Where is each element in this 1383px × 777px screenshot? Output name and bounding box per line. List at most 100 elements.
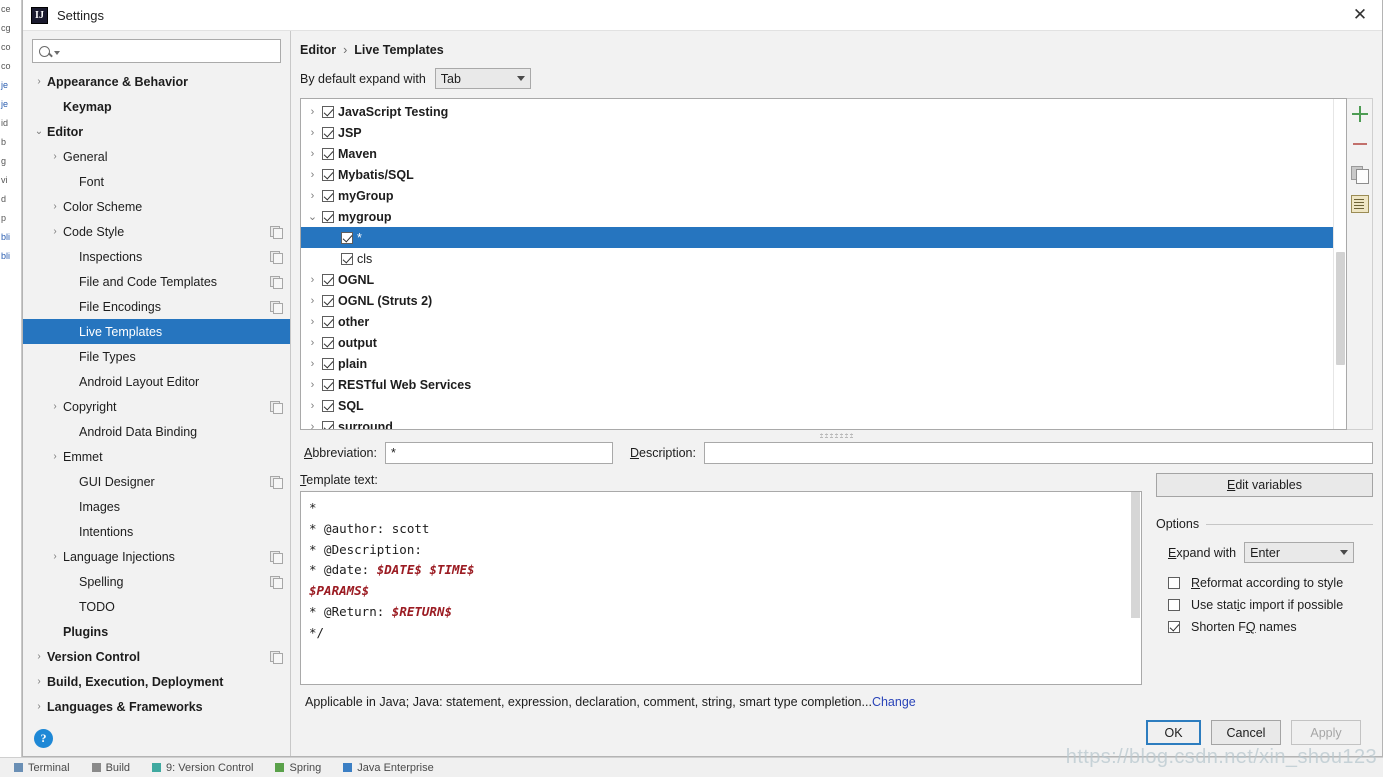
sidebar-item-plugins[interactable]: Plugins: [23, 619, 290, 644]
template-checkbox[interactable]: [322, 294, 334, 307]
sidebar-item-version-control[interactable]: › Version Control: [23, 644, 290, 669]
chevron-right-icon[interactable]: ›: [303, 169, 322, 181]
chevron-right-icon[interactable]: ›: [303, 379, 322, 391]
chevron-right-icon[interactable]: ›: [47, 401, 63, 412]
sidebar-item-color-scheme[interactable]: › Color Scheme: [23, 194, 290, 219]
copy-settings-icon[interactable]: [270, 475, 283, 489]
template-tree-row[interactable]: › JavaScript Testing: [301, 101, 1346, 122]
sidebar-item-android-layout-editor[interactable]: Android Layout Editor: [23, 369, 290, 394]
sidebar-item-android-data-binding[interactable]: Android Data Binding: [23, 419, 290, 444]
sidebar-item-file-and-code-templates[interactable]: File and Code Templates: [23, 269, 290, 294]
chevron-right-icon[interactable]: ›: [303, 190, 322, 202]
template-checkbox[interactable]: [341, 252, 353, 265]
sidebar-item-emmet[interactable]: › Emmet: [23, 444, 290, 469]
sidebar-item-gui-designer[interactable]: GUI Designer: [23, 469, 290, 494]
edit-variables-button[interactable]: Edit variables: [1156, 473, 1373, 497]
copy-settings-icon[interactable]: [270, 275, 283, 289]
sidebar-item-appearance-behavior[interactable]: › Appearance & Behavior: [23, 69, 290, 94]
template-tree-row[interactable]: *: [301, 227, 1346, 248]
option-shorten-fq-names[interactable]: Shorten FQ names: [1156, 616, 1373, 638]
sidebar-item-file-types[interactable]: File Types: [23, 344, 290, 369]
template-checkbox[interactable]: [341, 231, 353, 244]
template-tree-row[interactable]: › output: [301, 332, 1346, 353]
search-input[interactable]: [65, 43, 274, 59]
sidebar-item-intentions[interactable]: Intentions: [23, 519, 290, 544]
template-checkbox[interactable]: [322, 315, 334, 328]
sidebar-item-languages-frameworks[interactable]: › Languages & Frameworks: [23, 694, 290, 719]
template-tree-row[interactable]: › Mybatis/SQL: [301, 164, 1346, 185]
expand-with-select[interactable]: Enter: [1244, 542, 1355, 563]
template-tree-row[interactable]: › Maven: [301, 143, 1346, 164]
duplicate-icon[interactable]: [1350, 165, 1369, 184]
chevron-right-icon[interactable]: ›: [303, 295, 322, 307]
option-use-static-import-if-possible[interactable]: Use static import if possible: [1156, 594, 1373, 616]
ok-button[interactable]: OK: [1146, 720, 1201, 745]
copy-settings-icon[interactable]: [270, 650, 283, 664]
copy-settings-icon[interactable]: [270, 250, 283, 264]
template-tree-row[interactable]: cls: [301, 248, 1346, 269]
sidebar-item-tools[interactable]: ›Tools: [23, 719, 290, 720]
template-tree-scrollbar[interactable]: [1333, 99, 1346, 429]
status-bar-item[interactable]: Java Enterprise: [343, 762, 434, 774]
template-tree-row[interactable]: › OGNL: [301, 269, 1346, 290]
copy-settings-icon[interactable]: [270, 550, 283, 564]
copy-settings-icon[interactable]: [270, 575, 283, 589]
settings-nav-tree[interactable]: › Appearance & Behavior Keymap ⌄ Editor › Gene…: [23, 69, 290, 720]
change-context-link[interactable]: Change: [872, 695, 916, 709]
template-tree-row[interactable]: › SQL: [301, 395, 1346, 416]
copy-to-icon[interactable]: [1350, 195, 1369, 213]
sidebar-item-todo[interactable]: TODO: [23, 594, 290, 619]
sidebar-item-inspections[interactable]: Inspections: [23, 244, 290, 269]
template-tree-row[interactable]: › JSP: [301, 122, 1346, 143]
chevron-right-icon[interactable]: ›: [303, 421, 322, 430]
template-checkbox[interactable]: [322, 105, 334, 118]
chevron-right-icon[interactable]: ›: [303, 274, 322, 286]
chevron-right-icon[interactable]: ›: [31, 676, 47, 687]
option-checkbox[interactable]: [1168, 577, 1180, 589]
copy-settings-icon[interactable]: [270, 225, 283, 239]
close-icon[interactable]: ✕: [1338, 0, 1382, 31]
template-checkbox[interactable]: [322, 273, 334, 286]
description-input[interactable]: [703, 442, 1373, 464]
sidebar-item-language-injections[interactable]: › Language Injections: [23, 544, 290, 569]
chevron-right-icon[interactable]: ›: [303, 337, 322, 349]
sidebar-item-font[interactable]: Font: [23, 169, 290, 194]
template-text-content[interactable]: * * @author: scott * @Description: * @date…: [301, 492, 1141, 650]
template-checkbox[interactable]: [322, 189, 334, 202]
template-checkbox[interactable]: [322, 399, 334, 412]
search-box[interactable]: [32, 39, 281, 63]
template-checkbox[interactable]: [322, 210, 334, 223]
chevron-right-icon[interactable]: ›: [303, 316, 322, 328]
chevron-right-icon[interactable]: ›: [31, 701, 47, 712]
chevron-right-icon[interactable]: ›: [47, 226, 63, 237]
status-bar-item[interactable]: Terminal: [14, 762, 70, 774]
chevron-right-icon[interactable]: ›: [31, 76, 47, 87]
template-tree-row[interactable]: › surround: [301, 416, 1346, 430]
sidebar-item-spelling[interactable]: Spelling: [23, 569, 290, 594]
template-checkbox[interactable]: [322, 147, 334, 160]
chevron-right-icon[interactable]: ›: [303, 148, 322, 160]
add-icon[interactable]: [1351, 105, 1369, 123]
sidebar-item-editor[interactable]: ⌄ Editor: [23, 119, 290, 144]
template-tree-row[interactable]: › RESTful Web Services: [301, 374, 1346, 395]
chevron-right-icon[interactable]: ›: [303, 106, 322, 118]
chevron-right-icon[interactable]: ›: [47, 201, 63, 212]
chevron-right-icon[interactable]: ›: [303, 358, 322, 370]
sidebar-item-file-encodings[interactable]: File Encodings: [23, 294, 290, 319]
template-checkbox[interactable]: [322, 168, 334, 181]
template-tree-row[interactable]: › OGNL (Struts 2): [301, 290, 1346, 311]
chevron-down-icon[interactable]: ⌄: [303, 210, 322, 223]
template-tree[interactable]: › JavaScript Testing › JSP › Maven › Mybatis/SQ…: [301, 99, 1346, 429]
chevron-right-icon[interactable]: ›: [47, 151, 63, 162]
cancel-button[interactable]: Cancel: [1211, 720, 1281, 745]
template-checkbox[interactable]: [322, 420, 334, 429]
chevron-right-icon[interactable]: ›: [303, 127, 322, 139]
default-expand-select[interactable]: Tab: [434, 68, 531, 89]
option-checkbox[interactable]: [1168, 599, 1180, 611]
sidebar-item-general[interactable]: › General: [23, 144, 290, 169]
template-tree-row[interactable]: ⌄ mygroup: [301, 206, 1346, 227]
template-text-scrollbar[interactable]: [1129, 492, 1141, 684]
chevron-right-icon[interactable]: ›: [31, 651, 47, 662]
template-tree-row[interactable]: › plain: [301, 353, 1346, 374]
template-tree-row[interactable]: › other: [301, 311, 1346, 332]
